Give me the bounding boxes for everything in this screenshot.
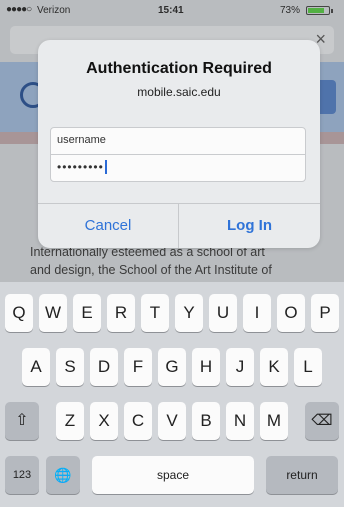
key-m[interactable]: M [260, 402, 288, 440]
key-x[interactable]: X [90, 402, 118, 440]
key-q[interactable]: Q [5, 294, 33, 332]
username-field[interactable]: username [50, 127, 306, 155]
cancel-button[interactable]: Cancel [38, 204, 178, 248]
key-z[interactable]: Z [56, 402, 84, 440]
status-bar: ●●●●○ Verizon 15:41 73% [0, 0, 344, 20]
key-o[interactable]: O [277, 294, 305, 332]
space-key[interactable]: space [92, 456, 254, 494]
key-i[interactable]: I [243, 294, 271, 332]
signal-strength-icon: ●●●●○ [6, 4, 32, 15]
dialog-message: mobile.saic.edu [137, 85, 221, 99]
key-n[interactable]: N [226, 402, 254, 440]
key-k[interactable]: K [260, 348, 288, 386]
key-g[interactable]: G [158, 348, 186, 386]
battery-icon [306, 6, 330, 15]
username-value: username [57, 134, 106, 146]
key-y[interactable]: Y [175, 294, 203, 332]
key-b[interactable]: B [192, 402, 220, 440]
key-p[interactable]: P [311, 294, 339, 332]
battery-percentage: 73% [280, 5, 301, 16]
delete-key-icon[interactable]: ⌫ [305, 402, 339, 440]
key-u[interactable]: U [209, 294, 237, 332]
key-l[interactable]: L [294, 348, 322, 386]
key-f[interactable]: F [124, 348, 152, 386]
key-a[interactable]: A [22, 348, 50, 386]
password-value: ••••••••• [57, 160, 104, 174]
key-w[interactable]: W [39, 294, 67, 332]
numbers-key[interactable]: 123 [5, 456, 39, 494]
clock: 15:41 [158, 5, 184, 16]
text-cursor [104, 160, 107, 174]
key-d[interactable]: D [90, 348, 118, 386]
key-c[interactable]: C [124, 402, 152, 440]
key-s[interactable]: S [56, 348, 84, 386]
password-field[interactable]: ••••••••• [50, 154, 306, 182]
carrier-name: Verizon [37, 5, 71, 16]
return-key[interactable]: return [266, 456, 338, 494]
globe-icon[interactable]: 🌐 [46, 456, 80, 494]
key-h[interactable]: H [192, 348, 220, 386]
log-in-button[interactable]: Log In [179, 204, 320, 248]
dialog-title: Authentication Required [86, 60, 272, 77]
key-r[interactable]: R [107, 294, 135, 332]
key-j[interactable]: J [226, 348, 254, 386]
shift-key-icon[interactable]: ⇧ [5, 402, 39, 440]
keyboard: Q W E R T Y U I O P A S D F G H J K L ⇧ … [0, 282, 344, 507]
key-v[interactable]: V [158, 402, 186, 440]
page-paragraph-line: and design, the School of the Art Instit… [30, 263, 272, 277]
authentication-dialog: Authentication Required mobile.saic.edu … [38, 40, 320, 248]
key-t[interactable]: T [141, 294, 169, 332]
key-e[interactable]: E [73, 294, 101, 332]
